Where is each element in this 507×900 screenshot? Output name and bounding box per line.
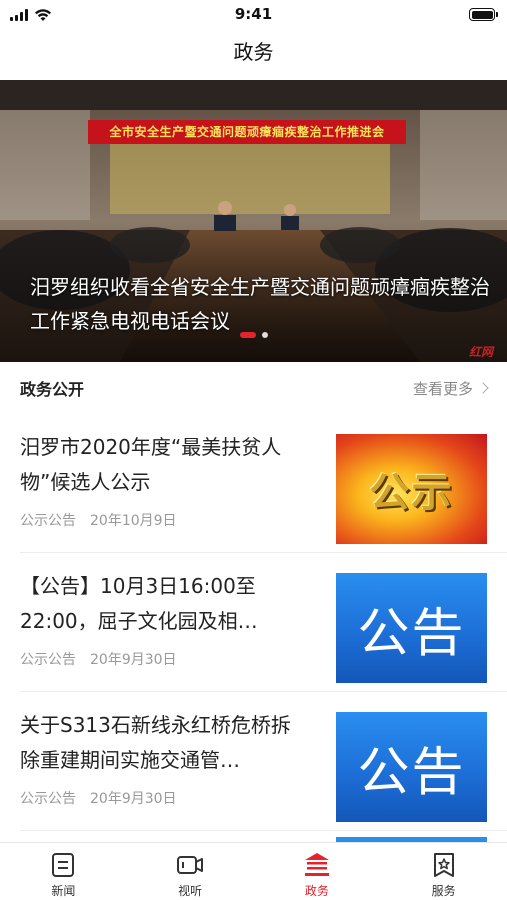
news-title[interactable]: 【公告】10月3日16:00至22:00，屈子文化园及相… <box>20 569 310 639</box>
banner-carousel[interactable]: 全市安全生产暨交通问题顽瘴痼疾整治工作推进会 汨罗组织收看全省安全生产暨交通问题… <box>0 80 507 362</box>
news-thumbnail[interactable]: 公示 <box>336 434 487 544</box>
tab-label: 服务 <box>431 884 456 898</box>
banner-caption[interactable]: 汨罗组织收看全省安全生产暨交通问题顽瘴痼疾整治工作紧急电视电话会议 <box>30 270 490 338</box>
status-bar: 9:41 <box>0 0 507 30</box>
tab-label: 新闻 <box>51 884 76 898</box>
view-more-label: 查看更多 <box>412 379 473 398</box>
banner-sign-text: 全市安全生产暨交通问题顽瘴痼疾整治工作推进会 <box>88 120 406 144</box>
news-title[interactable]: 关于S313石新线永红桥危桥拆除重建期间实施交通管… <box>20 708 310 778</box>
news-item[interactable]: 汨罗市2020年度“最美扶贫人物”候选人公示 公示公告 20年10月9日 公示 <box>0 414 507 553</box>
news-category: 公示公告 <box>20 652 76 668</box>
tab-video[interactable]: 视听 <box>127 843 254 900</box>
tab-service[interactable]: 服务 <box>380 843 507 900</box>
tab-government[interactable]: 政务 <box>254 843 381 900</box>
news-thumbnail[interactable]: 公告 <box>336 573 487 683</box>
page-title: 政务 <box>233 40 274 64</box>
thumbnail-text: 公示 <box>369 470 454 516</box>
tab-label: 视听 <box>178 884 203 898</box>
news-icon <box>52 853 75 877</box>
government-icon <box>304 853 329 876</box>
tab-label: 政务 <box>304 884 329 898</box>
status-time: 9:41 <box>234 5 273 23</box>
carousel-dot-active[interactable] <box>239 332 256 338</box>
news-item[interactable]: 关于S313石新线永红桥危桥拆除重建期间实施交通管… 公示公告 20年9月30日… <box>0 692 507 831</box>
news-date: 20年10月9日 <box>90 513 177 529</box>
section-header: 政务公开 查看更多 <box>0 362 507 414</box>
news-date: 20年9月30日 <box>90 652 177 668</box>
news-thumbnail[interactable]: 公告 <box>336 712 487 822</box>
service-icon <box>433 853 454 877</box>
thumbnail-text: 公告 <box>357 603 466 664</box>
thumbnail-text: 公告 <box>357 742 466 803</box>
news-title[interactable]: 汨罗市2020年度“最美扶贫人物”候选人公示 <box>20 430 310 500</box>
news-meta: 公示公告 20年9月30日 <box>20 649 177 669</box>
carousel-dot[interactable] <box>261 332 268 338</box>
video-icon <box>177 856 204 874</box>
tab-news[interactable]: 新闻 <box>0 843 127 900</box>
news-item[interactable]: 【公告】10月3日16:00至22:00，屈子文化园及相… 公示公告 20年9月… <box>0 553 507 692</box>
carousel-indicator[interactable] <box>0 332 507 338</box>
watermark-logo: 红网 <box>468 345 493 359</box>
view-more-link[interactable]: 查看更多 <box>412 378 489 399</box>
chevron-right-icon <box>477 382 489 394</box>
news-meta: 公示公告 20年10月9日 <box>20 510 177 530</box>
news-meta: 公示公告 20年9月30日 <box>20 788 177 808</box>
battery-icon <box>469 8 498 21</box>
divider <box>20 830 507 831</box>
news-category: 公示公告 <box>20 791 76 807</box>
section-title: 政务公开 <box>20 380 85 399</box>
news-category: 公示公告 <box>20 513 76 529</box>
news-date: 20年9月30日 <box>90 791 177 807</box>
tab-bar: 新闻 视听 政务 服务 <box>0 842 507 900</box>
